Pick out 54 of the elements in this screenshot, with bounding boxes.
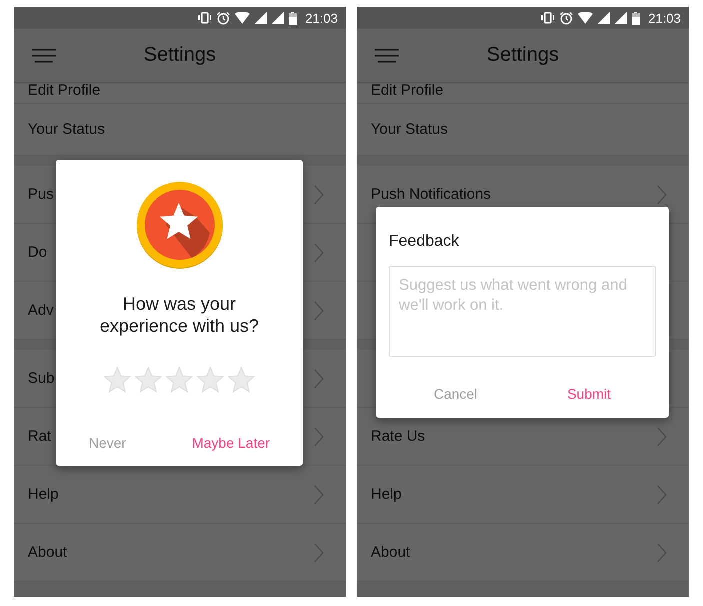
- signal-icon: [598, 12, 610, 24]
- row-label: Your Status: [371, 121, 448, 138]
- star-rating[interactable]: [104, 367, 255, 393]
- status-time: 21:03: [305, 10, 338, 26]
- settings-row[interactable]: Your Status: [14, 104, 346, 156]
- signal-icon: [272, 12, 284, 24]
- screen-title: Settings: [144, 44, 216, 67]
- wifi-icon: [578, 12, 594, 24]
- dialog-button[interactable]: Never: [84, 433, 130, 453]
- settings-row[interactable]: About: [357, 524, 689, 582]
- star-icon[interactable]: [135, 367, 162, 393]
- alarm-icon: [560, 12, 574, 24]
- dialog-button[interactable]: Maybe Later: [188, 433, 274, 453]
- row-label: Your Status: [28, 121, 105, 138]
- star-icon[interactable]: [166, 367, 193, 393]
- row-label: Help: [371, 486, 402, 503]
- vibrate-icon: [541, 12, 556, 24]
- menu-icon[interactable]: [375, 49, 399, 63]
- star-badge-icon: [136, 181, 224, 269]
- wifi-icon: [235, 12, 250, 24]
- vibrate-icon: [198, 12, 212, 24]
- dialog-title: Feedback: [389, 233, 460, 251]
- battery-icon: [632, 12, 640, 24]
- row-label: Edit Profile: [28, 82, 101, 99]
- row-label: About: [28, 544, 68, 561]
- row-label: Edit Profile: [371, 82, 444, 99]
- signal-icon: [615, 12, 628, 24]
- screen-title: Settings: [486, 44, 560, 67]
- feedback-field[interactable]: Suggest us what went wrong and we'll work on it.: [389, 266, 656, 357]
- settings-row[interactable]: Your Status: [357, 104, 689, 156]
- alarm-icon: [217, 12, 230, 24]
- settings-row[interactable]: Help: [357, 466, 689, 524]
- row-label: Pus: [28, 186, 54, 203]
- settings-row[interactable]: Edit Profile: [14, 82, 346, 104]
- row-label: About: [371, 544, 410, 561]
- dialog-button[interactable]: Cancel: [430, 384, 482, 404]
- signal-icon: [255, 12, 268, 24]
- settings-row[interactable]: Edit Profile: [357, 82, 689, 104]
- row-label: Sub: [28, 370, 55, 387]
- menu-icon[interactable]: [32, 49, 56, 63]
- row-label: Help: [28, 486, 59, 503]
- row-label: Rate Us: [371, 428, 426, 445]
- battery-icon: [289, 12, 298, 24]
- rating-question: How was your experience with us?: [98, 293, 260, 337]
- row-label: Adv: [28, 302, 54, 319]
- star-icon[interactable]: [228, 367, 255, 393]
- dialog-button[interactable]: Submit: [563, 384, 616, 404]
- settings-row[interactable]: About: [14, 524, 346, 582]
- star-icon[interactable]: [197, 367, 224, 393]
- row-label: Do: [28, 244, 48, 261]
- star-icon[interactable]: [104, 367, 131, 393]
- status-time: 21:03: [648, 10, 681, 26]
- row-label: Rat: [28, 428, 52, 445]
- row-label: Push Notifications: [371, 186, 492, 203]
